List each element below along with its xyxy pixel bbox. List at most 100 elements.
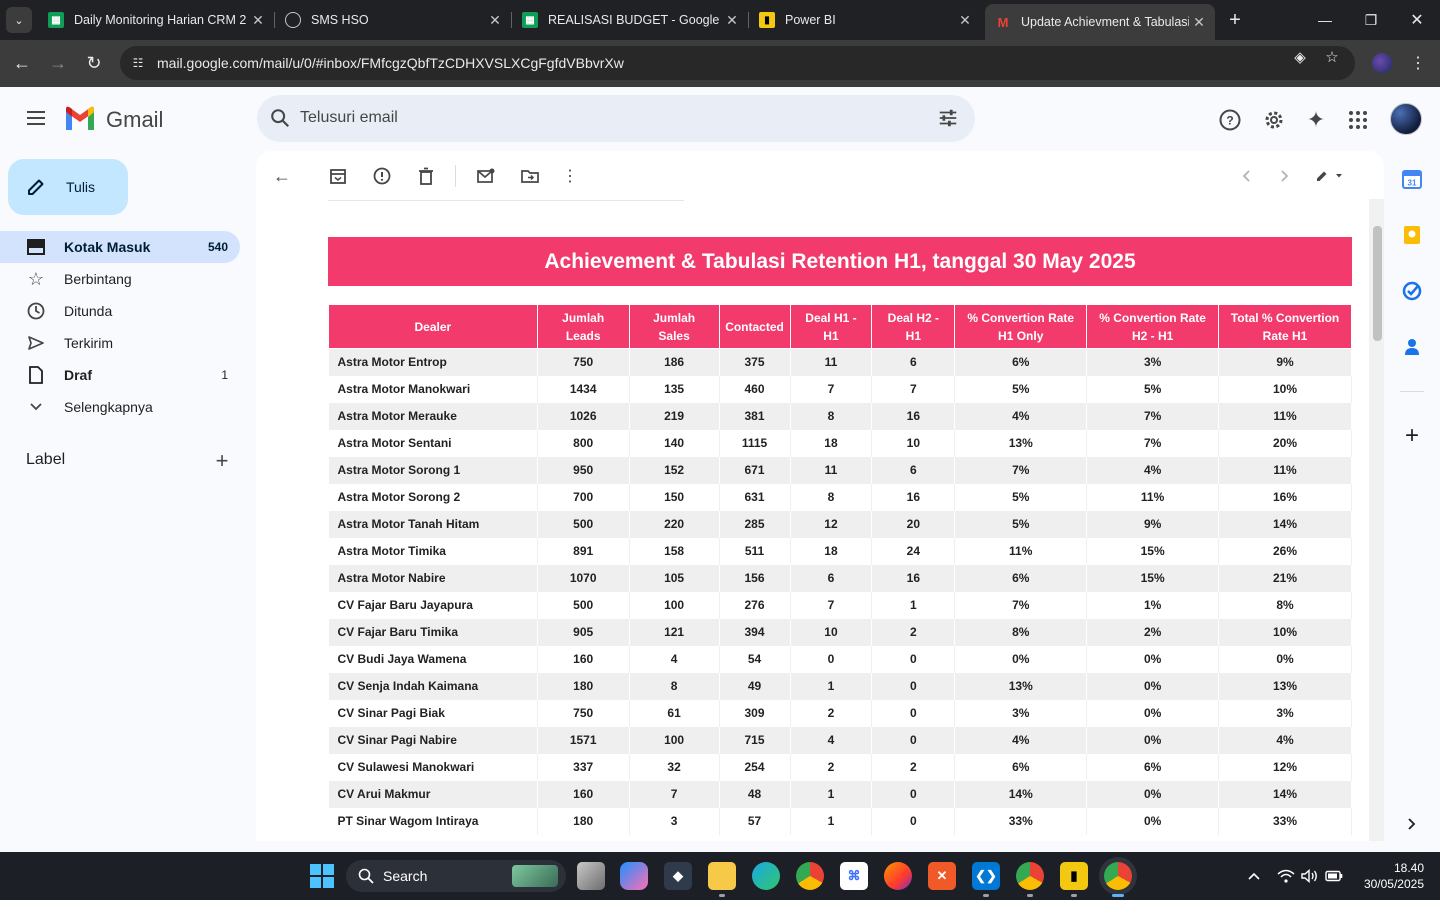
scrollbar-thumb[interactable] — [1373, 226, 1382, 341]
search-icon[interactable] — [269, 107, 291, 129]
vscode-icon[interactable]: ❮❯ — [972, 862, 1000, 890]
address-bar[interactable]: ☷ mail.google.com/mail/u/0/#inbox/FMfcgz… — [120, 46, 1355, 80]
header-cr-h2: % Convertion Rate H2 - H1 — [1086, 304, 1220, 349]
power-bi-icon: ▮ — [759, 12, 775, 28]
chrome-profile-icon[interactable] — [1016, 862, 1044, 890]
copilot-icon[interactable] — [620, 862, 648, 890]
edge-browser-icon[interactable] — [752, 862, 780, 890]
search-options-icon[interactable] — [937, 107, 959, 129]
add-label-icon[interactable]: + — [211, 448, 233, 473]
tab-sms-hso[interactable]: SMS HSO ✕ — [275, 4, 511, 36]
compose-button[interactable]: Tulis — [8, 159, 128, 215]
search-placeholder[interactable]: Telusuri email — [300, 109, 398, 127]
forward-icon[interactable]: → — [46, 51, 70, 75]
tasks-app-icon[interactable] — [1400, 279, 1424, 303]
help-icon[interactable]: ? — [1218, 108, 1242, 132]
xampp-icon[interactable]: ✕ — [928, 862, 956, 890]
close-tab-icon[interactable]: ✕ — [955, 10, 975, 30]
globe-icon — [285, 12, 301, 28]
clock-date: 30/05/2025 — [1363, 877, 1424, 891]
url-text[interactable]: mail.google.com/mail/u/0/#inbox/FMfcgzQb… — [157, 55, 624, 71]
deal-h2-cell: 16 — [871, 483, 956, 511]
battery-icon[interactable] — [1324, 866, 1344, 886]
email-content: Achievement & Tabulasi Retention H1, tan… — [328, 237, 1352, 835]
reload-icon[interactable]: ↻ — [82, 51, 106, 75]
more-options-icon[interactable]: ⋮ — [559, 165, 581, 187]
mark-unread-icon[interactable] — [475, 165, 497, 187]
contacted-cell: 381 — [719, 402, 791, 430]
add-addon-icon[interactable]: + — [1400, 422, 1424, 449]
apps-grid-icon[interactable] — [1346, 108, 1370, 132]
settings-gear-icon[interactable] — [1262, 108, 1286, 132]
chrome-menu-icon[interactable]: ⋮ — [1408, 52, 1428, 74]
firefox-icon[interactable] — [884, 862, 912, 890]
sales-cell: 7 — [629, 780, 720, 808]
close-tab-icon[interactable]: ✕ — [248, 10, 268, 30]
table-body: Astra Motor Entrop 750 186 375 11 6 6% 3% 9% Astr… — [328, 348, 1352, 835]
dealer-cell: CV Fajar Baru Jayapura — [328, 591, 538, 619]
newer-message-icon[interactable] — [1235, 165, 1257, 187]
nav-sent[interactable]: Terkirim — [0, 327, 240, 359]
contacts-app-icon[interactable] — [1400, 335, 1424, 359]
new-tab-button[interactable]: + — [1224, 9, 1246, 31]
nav-snoozed[interactable]: Ditunda — [0, 295, 240, 327]
close-tab-icon[interactable]: ✕ — [485, 10, 505, 30]
tab-search-button[interactable]: ⌄ — [6, 7, 32, 33]
deal-h1-cell: 18 — [790, 429, 873, 457]
cr-h1-cell: 33% — [954, 807, 1088, 835]
cr-total-cell: 26% — [1218, 537, 1352, 565]
chrome-icon[interactable] — [796, 862, 824, 890]
tab-update-achievement[interactable]: M Update Achievment & Tabulasi ✕ — [985, 4, 1215, 40]
taskbar-search[interactable]: Search — [346, 860, 566, 892]
nav-starred[interactable]: ☆ Berbintang — [0, 263, 240, 295]
report-spam-icon[interactable] — [371, 165, 393, 187]
table-row: CV Sinar Pagi Nabire 1571 100 715 4 0 4% 0% 4% — [328, 726, 1352, 754]
account-avatar[interactable] — [1390, 103, 1422, 135]
gemini-sparkle-icon[interactable]: ✦ — [1304, 107, 1328, 132]
chrome-active-icon[interactable] — [1104, 862, 1132, 890]
task-view-icon[interactable] — [577, 862, 605, 890]
file-explorer-icon[interactable] — [708, 862, 736, 890]
contacted-cell: 276 — [719, 591, 791, 619]
older-message-icon[interactable] — [1274, 165, 1296, 187]
close-tab-icon[interactable]: ✕ — [1189, 12, 1209, 32]
mail-search-bar[interactable]: Telusuri email — [257, 95, 975, 142]
delete-trash-icon[interactable] — [415, 165, 437, 187]
nav-inbox[interactable]: Kotak Masuk 540 — [0, 231, 240, 263]
gmail-logo-icon[interactable] — [64, 106, 96, 132]
wifi-icon[interactable] — [1276, 866, 1296, 886]
close-tab-icon[interactable]: ✕ — [722, 10, 742, 30]
move-to-folder-icon[interactable] — [519, 165, 541, 187]
tab-realisasi-budget[interactable]: ▦ REALISASI BUDGET - Google Sp ✕ — [512, 4, 748, 36]
volume-icon[interactable] — [1300, 866, 1320, 886]
cr-h1-cell: 6% — [954, 348, 1088, 376]
show-hidden-icons-chevron[interactable] — [1244, 866, 1264, 886]
input-tools-icon[interactable] — [1314, 165, 1344, 187]
system-clock[interactable]: 18.40 30/05/2025 — [1350, 860, 1424, 892]
bookmark-star-icon[interactable]: ☆ — [1322, 47, 1342, 67]
nav-drafts[interactable]: Draf 1 — [0, 359, 240, 391]
tab-daily-monitoring[interactable]: ▦ Daily Monitoring Harian CRM 2 ✕ — [38, 4, 274, 36]
back-icon[interactable]: ← — [10, 51, 34, 75]
tab-power-bi[interactable]: ▮ Power BI ✕ — [749, 4, 981, 36]
leads-cell: 500 — [537, 591, 630, 619]
install-app-icon[interactable]: ◈ — [1290, 47, 1310, 67]
site-info-icon[interactable]: ☷ — [128, 53, 148, 73]
main-menu-icon[interactable] — [24, 107, 48, 131]
close-window-icon[interactable]: ✕ — [1402, 8, 1432, 32]
archive-icon[interactable] — [327, 165, 349, 187]
leads-cell: 500 — [537, 510, 630, 538]
windows-start-icon[interactable] — [310, 864, 334, 888]
maximize-window-icon[interactable]: ❐ — [1356, 8, 1386, 32]
keep-app-icon[interactable] — [1400, 223, 1424, 247]
back-to-inbox-icon[interactable]: ← — [271, 165, 293, 187]
power-bi-icon[interactable]: ▮ — [1060, 862, 1088, 890]
calendar-app-icon[interactable]: 31 — [1400, 167, 1424, 191]
minimize-window-icon[interactable]: — — [1310, 8, 1340, 32]
nav-more[interactable]: Selengkapnya — [0, 391, 240, 423]
app-icon[interactable]: ⌘ — [840, 862, 868, 890]
chrome-profile-avatar[interactable] — [1372, 53, 1392, 73]
leads-cell: 337 — [537, 753, 630, 781]
app-icon[interactable]: ◆ — [664, 862, 692, 890]
expand-panel-icon[interactable] — [1400, 812, 1424, 836]
